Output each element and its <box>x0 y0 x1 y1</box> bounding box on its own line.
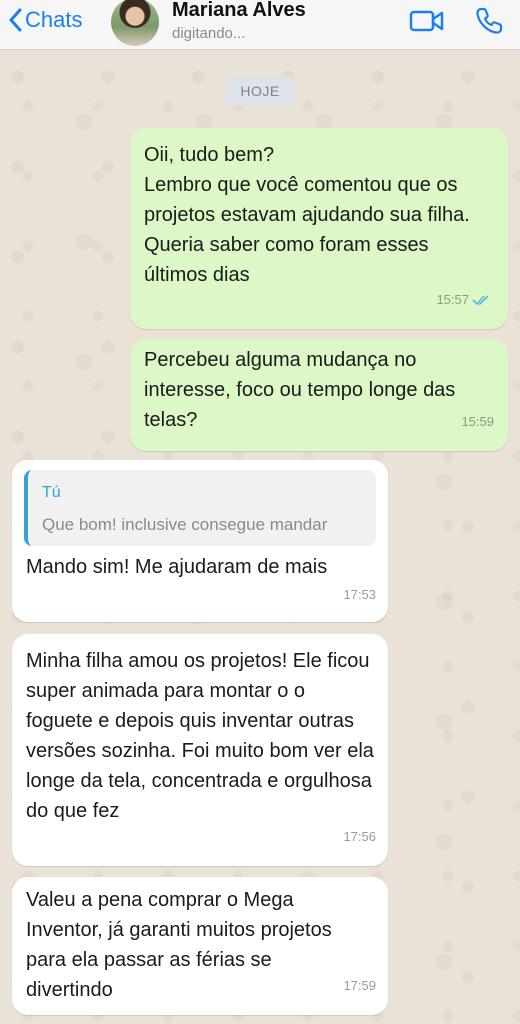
phone-icon <box>476 7 503 34</box>
message-timestamp: 17:59 <box>343 978 376 993</box>
back-label: Chats <box>25 7 83 32</box>
video-call-button[interactable] <box>409 8 445 39</box>
message-text: Mando sim! Me ajudaram de mais <box>26 556 328 578</box>
video-camera-icon <box>409 10 444 32</box>
incoming-message[interactable]: Tú Que bom! inclusive consegue mandar Ma… <box>12 460 388 622</box>
typing-status: digitando... <box>172 25 246 42</box>
message-text: Percebeu alguma mudança no interesse, fo… <box>144 349 456 431</box>
chat-header: Chats Mariana Alves digitando... <box>0 0 520 50</box>
date-separator: HOJE <box>225 77 295 105</box>
chevron-left-icon <box>9 8 22 32</box>
message-timestamp: 17:56 <box>343 829 376 844</box>
incoming-message[interactable]: Minha filha amou os projetos! Ele ficou … <box>12 634 388 866</box>
outgoing-message[interactable]: Oii, tudo bem? Lembro que você comentou … <box>130 128 508 329</box>
voice-call-button[interactable] <box>474 6 504 41</box>
quoted-message[interactable]: Tú Que bom! inclusive consegue mandar <box>24 470 376 546</box>
avatar[interactable] <box>111 0 159 46</box>
quoted-author: Tú <box>42 484 61 501</box>
incoming-message[interactable]: Valeu a pena comprar o Mega Inventor, já… <box>12 877 388 1015</box>
message-timestamp: 15:57 <box>436 285 492 315</box>
message-timestamp: 17:53 <box>343 587 376 602</box>
message-text: Valeu a pena comprar o Mega Inventor, já… <box>26 889 332 1001</box>
back-button[interactable]: Chats <box>8 4 82 36</box>
message-text: Minha filha amou os projetos! Ele ficou … <box>26 650 374 822</box>
message-timestamp: 15:59 <box>461 414 494 429</box>
outgoing-message[interactable]: Percebeu alguma mudança no interesse, fo… <box>130 339 508 451</box>
contact-name[interactable]: Mariana Alves <box>172 0 306 22</box>
quoted-text: Que bom! inclusive consegue mandar <box>42 515 328 534</box>
message-text: Oii, tudo bem? Lembro que você comentou … <box>144 144 470 286</box>
read-receipt-icon <box>472 295 489 306</box>
